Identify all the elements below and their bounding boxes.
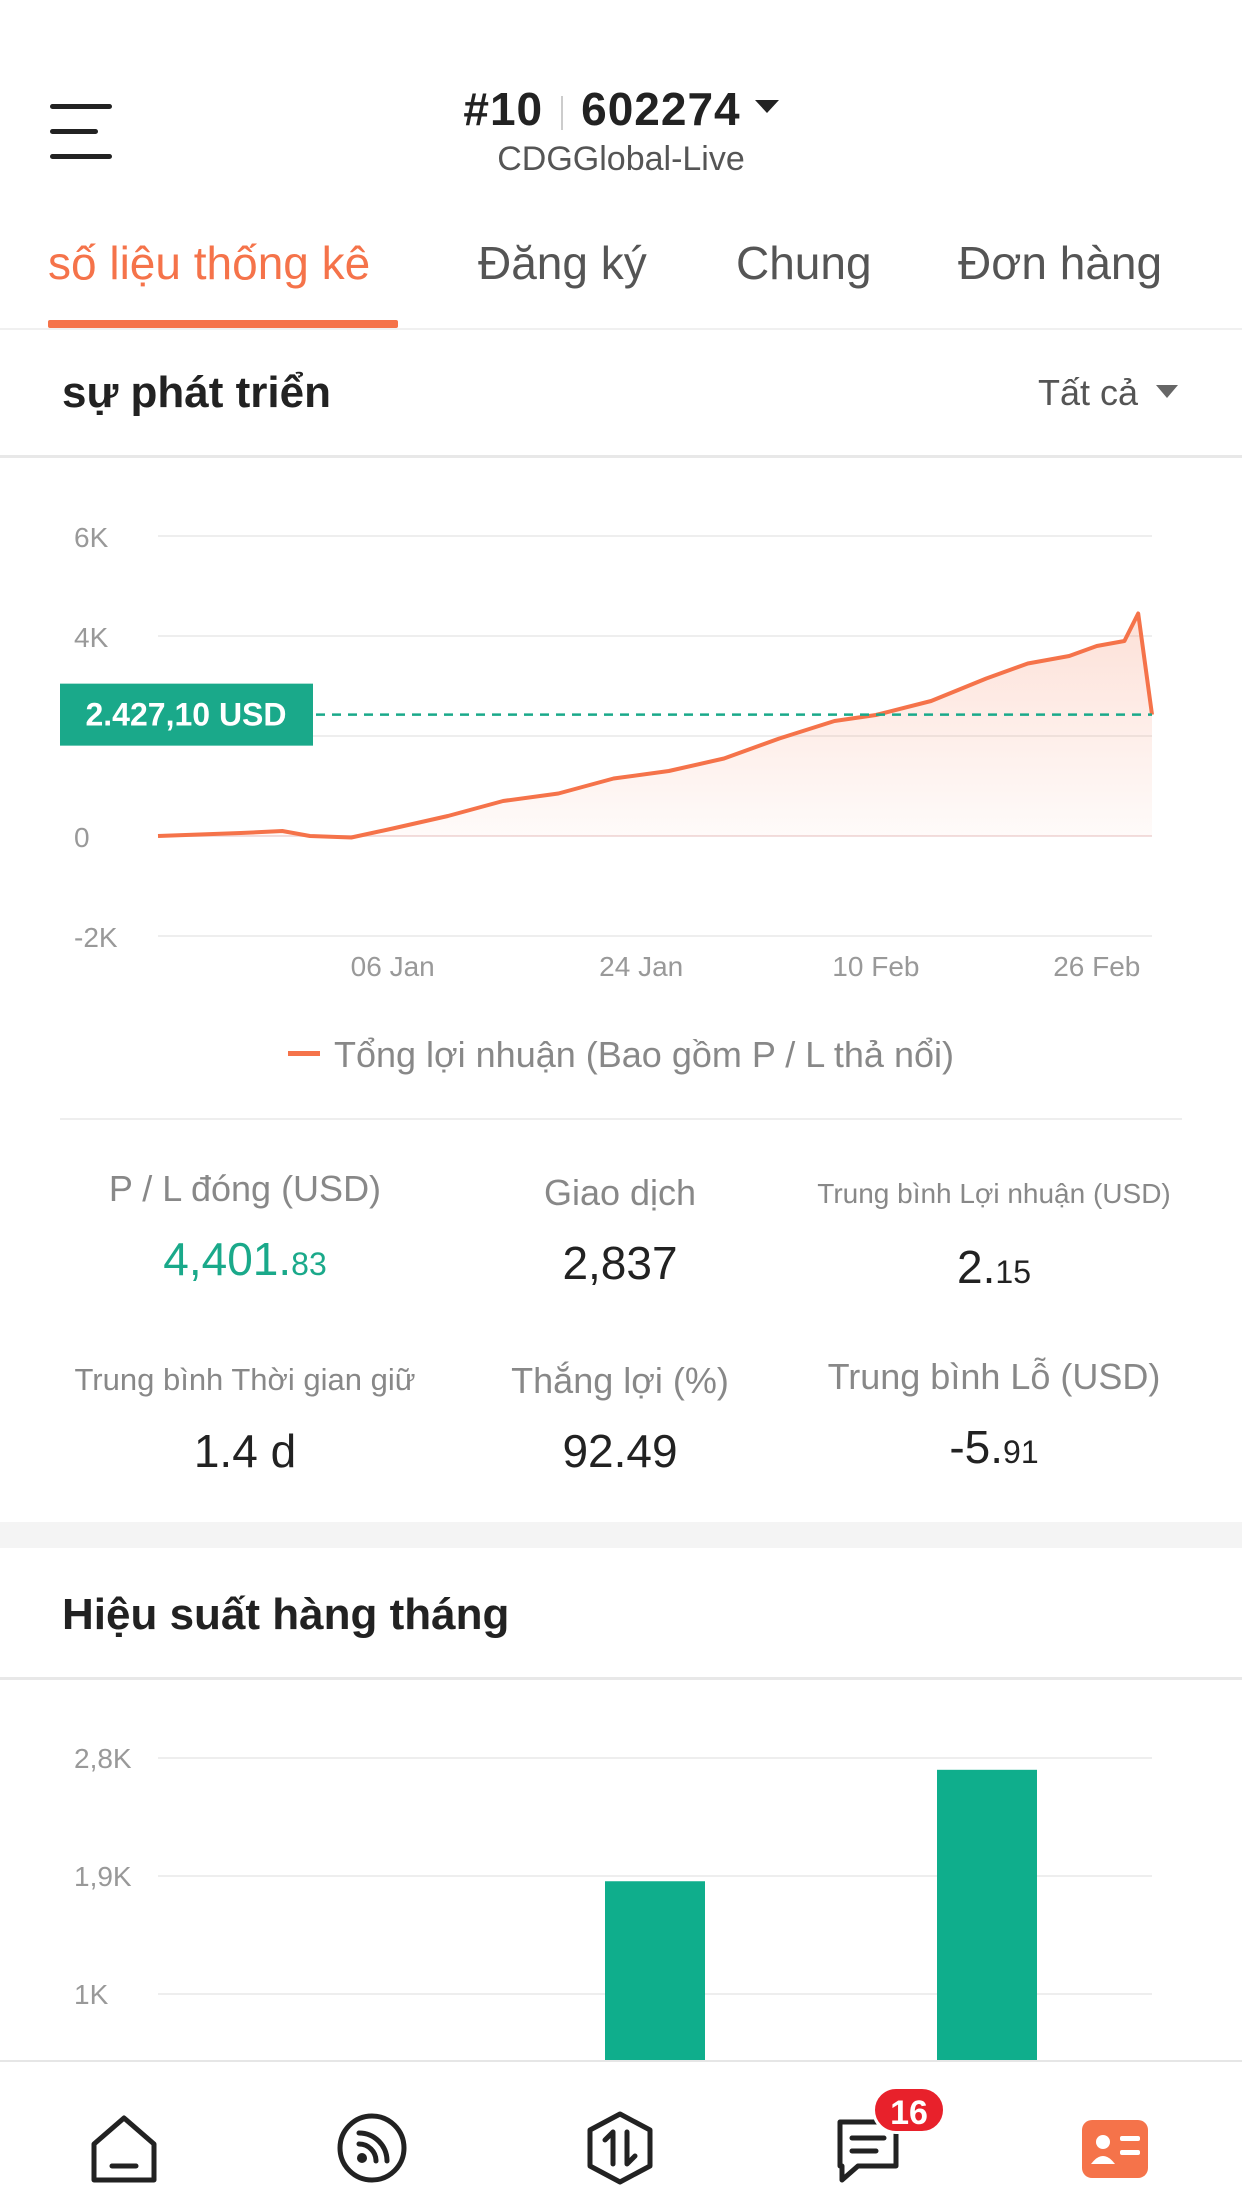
- stat-value: 4,401.83: [163, 1233, 327, 1285]
- home-icon[interactable]: [84, 2108, 164, 2188]
- monthly-section-header: Hiệu suất hàng tháng: [0, 1548, 1242, 1680]
- section-gap: [0, 1522, 1242, 1548]
- bottom-nav: [0, 2060, 1242, 2208]
- stat-value: 1.4 d: [193, 1425, 297, 1477]
- tab-bar: số liệu thống kê Đăng ký Chung Đơn hàng: [0, 220, 1242, 330]
- messages-badge: 16: [872, 2086, 946, 2134]
- stat-avg-loss: Trung bình Lỗ (USD) -5.91: [794, 1356, 1194, 1474]
- monthly-chart: 2,8K 1,9K 1K: [74, 1743, 1152, 2060]
- stat-label: Trung bình Lỗ (USD): [827, 1356, 1161, 1397]
- account-selector[interactable]: #10 602274: [0, 82, 1242, 136]
- y-tick-label: 1,9K: [74, 1861, 132, 1892]
- stat-avg-hold-time: Trung bình Thời gian giữ 1.4 d: [45, 1362, 445, 1478]
- server-name: CDGGlobal-Live: [497, 140, 745, 178]
- stat-win-rate: Thắng lợi (%) 92.49: [420, 1360, 820, 1478]
- x-tick-label: 10 Feb: [832, 951, 919, 982]
- y-tick-label: 1K: [74, 1979, 109, 2010]
- y-tick-label: 4K: [74, 622, 109, 653]
- chart-legend: Tổng lợi nhuận (Bao gồm P / L thả nổi): [0, 1034, 1242, 1076]
- growth-chart: 6K 4K 0 -2K 2.427,10 USD 06 Jan 24 Jan 10 Feb 26…: [60, 522, 1154, 982]
- stat-label: Trung bình Thời gian giữ: [74, 1362, 416, 1397]
- y-tick-label: 2,8K: [74, 1743, 132, 1774]
- legend-label: Tổng lợi nhuận (Bao gồm P / L thả nổi): [334, 1034, 954, 1075]
- legend-swatch: [288, 1050, 320, 1056]
- stat-label: Giao dịch: [543, 1172, 697, 1213]
- app-header: #10 602274 CDGGlobal-Live: [0, 0, 1242, 200]
- chevron-down-icon: [754, 100, 779, 114]
- x-tick-label: 06 Jan: [351, 951, 435, 982]
- stat-label: Trung bình Lợi nhuận (USD): [817, 1178, 1171, 1209]
- monthly-title: Hiệu suất hàng tháng: [62, 1590, 510, 1639]
- period-filter[interactable]: Tất cả: [1038, 372, 1178, 414]
- current-value-label: 2.427,10 USD: [85, 697, 286, 733]
- y-tick-label: -2K: [74, 922, 118, 953]
- bar: [937, 1769, 1037, 2060]
- feed-icon[interactable]: [332, 2108, 412, 2188]
- stat-label: P / L đóng (USD): [108, 1168, 382, 1209]
- x-tick-label: 26 Feb: [1053, 951, 1140, 982]
- account-number: 602274: [581, 83, 741, 135]
- tab-orders[interactable]: Đơn hàng: [958, 236, 1162, 290]
- stat-value: 2,837: [562, 1237, 678, 1289]
- stat-value: 2.15: [957, 1241, 1031, 1293]
- period-filter-label: Tất cả: [1037, 372, 1138, 413]
- active-tab-indicator: [48, 320, 398, 328]
- tab-statistics[interactable]: số liệu thống kê: [48, 236, 370, 290]
- y-tick-label: 6K: [74, 522, 109, 553]
- stat-trades: Giao dịch 2,837: [420, 1172, 820, 1290]
- stat-label: Thắng lợi (%): [511, 1360, 729, 1401]
- stat-avg-profit: Trung bình Lợi nhuận (USD) 2.15: [794, 1178, 1194, 1294]
- account-index: #10: [463, 83, 544, 135]
- divider: [60, 1118, 1182, 1120]
- y-tick-label: 0: [74, 822, 90, 853]
- stat-closed-pl: P / L đóng (USD) 4,401.83: [45, 1168, 445, 1286]
- growth-title: sự phát triển: [62, 368, 332, 417]
- tab-general[interactable]: Chung: [736, 236, 872, 290]
- growth-section-header: sự phát triển Tất cả: [0, 332, 1242, 458]
- bar: [605, 1881, 705, 2060]
- tab-subscribe[interactable]: Đăng ký: [478, 236, 647, 290]
- chevron-down-icon: [1156, 384, 1178, 398]
- stat-value: 92.49: [562, 1425, 678, 1477]
- x-tick-label: 24 Jan: [599, 951, 683, 982]
- profile-card-icon[interactable]: [1076, 2108, 1156, 2188]
- stat-value: -5.91: [949, 1421, 1039, 1473]
- trade-icon[interactable]: [580, 2108, 660, 2188]
